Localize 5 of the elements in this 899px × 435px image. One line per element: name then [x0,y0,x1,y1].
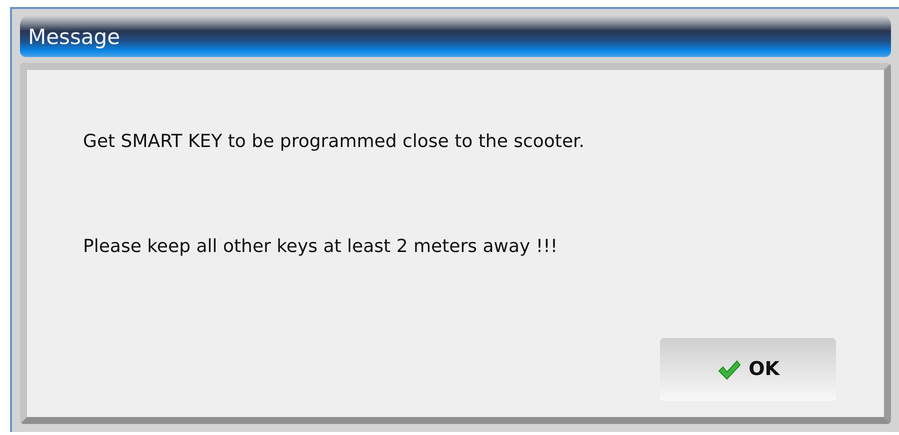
ok-button[interactable]: OK [660,338,836,401]
message-text: Get SMART KEY to be programmed close to the scooter. [83,130,586,154]
checkmark-icon [716,358,741,380]
window-title: Message [20,15,891,57]
message-text: Please keep all other keys at least 2 meters away !!! [83,235,559,259]
